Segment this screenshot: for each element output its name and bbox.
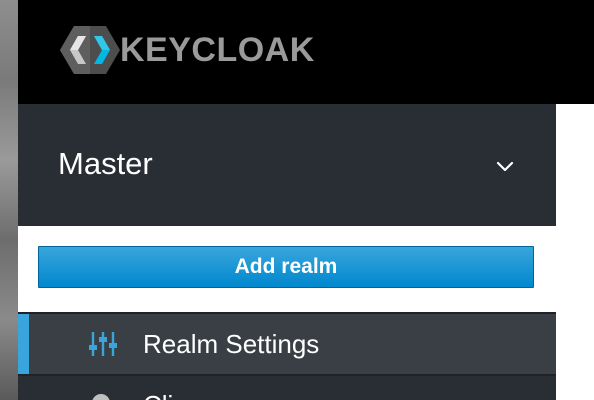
keycloak-admin-console: KEYCLOAK Master Add realm Realm Settings xyxy=(0,0,594,400)
realm-dropdown-menu: Add realm xyxy=(18,226,556,312)
sidebar-item-label: Realm Settings xyxy=(143,329,320,359)
sidebar-item-clients[interactable]: Cli xyxy=(18,374,556,400)
add-realm-button[interactable]: Add realm xyxy=(38,246,534,288)
realm-selector[interactable]: Master xyxy=(18,104,556,227)
clients-icon xyxy=(92,394,110,400)
sidebar-item-label: Cli xyxy=(143,392,173,400)
keycloak-logo[interactable]: KEYCLOAK xyxy=(58,22,315,78)
chevron-down-icon[interactable] xyxy=(494,156,516,178)
background-edge xyxy=(0,0,18,400)
keycloak-logo-icon xyxy=(60,26,120,74)
logo-text: KEYCLOAK xyxy=(120,31,315,69)
main-content xyxy=(556,104,594,400)
sliders-icon xyxy=(89,332,117,356)
sidebar-item-realm-settings[interactable]: Realm Settings xyxy=(18,312,556,374)
current-realm-name: Master xyxy=(58,146,153,181)
top-header: KEYCLOAK xyxy=(18,0,594,104)
sidebar: Master Add realm Realm Settings Cli xyxy=(18,104,556,400)
